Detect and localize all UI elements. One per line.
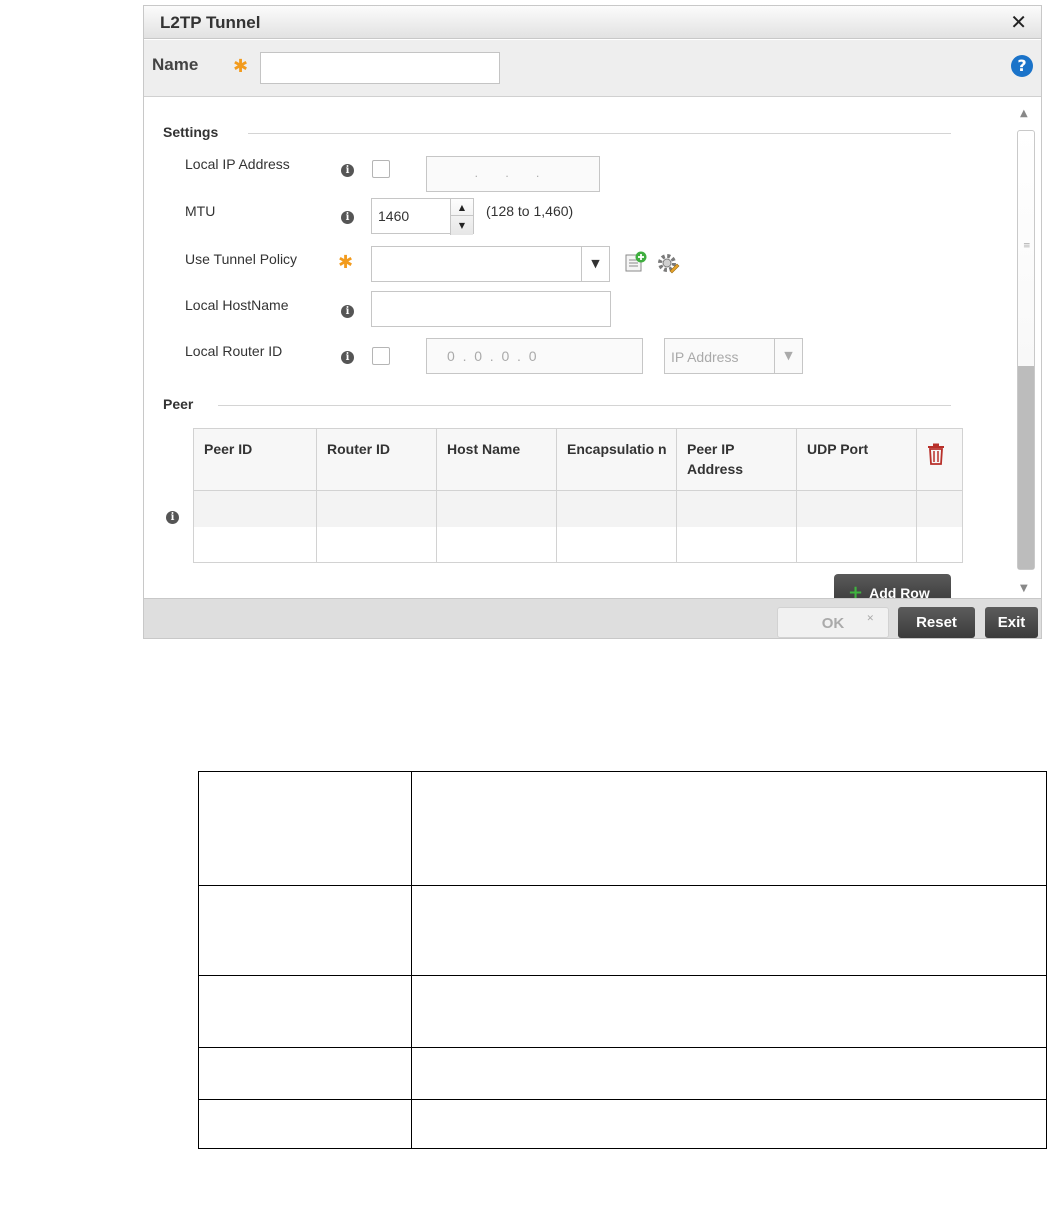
close-icon: ✕ — [866, 614, 874, 624]
info-icon[interactable]: i — [341, 211, 354, 224]
settings-divider — [248, 133, 951, 134]
mtu-value: 1460 — [378, 208, 410, 224]
table-row — [198, 975, 1047, 1048]
local-router-id-input[interactable]: 0 . 0 . 0 . 0 — [426, 338, 643, 374]
table-row[interactable] — [193, 490, 963, 527]
peer-divider — [218, 405, 951, 406]
scroll-track-lower[interactable] — [1018, 366, 1034, 569]
column-header-peer-id[interactable]: Peer ID — [193, 428, 317, 491]
local-router-id-checkbox[interactable] — [372, 347, 390, 365]
local-router-id-label: Local Router ID — [185, 343, 283, 359]
local-ip-value: . . . — [474, 166, 552, 180]
required-icon: ✱ — [338, 252, 354, 273]
trash-icon[interactable] — [927, 443, 945, 465]
local-hostname-label: Local HostName — [185, 297, 289, 313]
router-id-type-select[interactable]: IP Address ▼ — [664, 338, 803, 374]
l2tp-tunnel-dialog: L2TP Tunnel ✕ Name ✱ ? Settings Local IP… — [143, 5, 1042, 639]
create-policy-icon[interactable] — [625, 251, 647, 273]
local-hostname-input[interactable] — [371, 291, 611, 327]
chevron-down-icon[interactable]: ▼ — [774, 339, 802, 373]
column-header-host-name[interactable]: Host Name — [436, 428, 557, 491]
ok-label: OK — [821, 615, 845, 632]
close-icon[interactable]: ✕ — [1010, 10, 1027, 34]
exit-button[interactable]: Exit — [985, 607, 1038, 638]
table-row — [198, 885, 1047, 976]
tunnel-policy-label: Use Tunnel Policy — [185, 251, 298, 267]
ok-button[interactable]: OK ✕ — [777, 607, 889, 638]
settings-section-title: Settings — [163, 124, 219, 140]
mtu-spinner[interactable]: ▲ ▼ — [450, 199, 473, 235]
spin-up-icon[interactable]: ▲ — [451, 199, 473, 216]
table-row — [198, 771, 1047, 886]
vertical-scrollbar[interactable]: ▲ ≡ ▼ — [1011, 98, 1041, 598]
column-header-peer-ip-address[interactable]: Peer IP Address — [676, 428, 797, 491]
table-row — [198, 1099, 1047, 1149]
dialog-titlebar: L2TP Tunnel ✕ — [144, 6, 1041, 39]
edit-policy-icon[interactable] — [656, 251, 680, 275]
info-icon[interactable]: i — [341, 164, 354, 177]
mtu-label: MTU — [185, 203, 216, 219]
column-header-encapsulation[interactable]: Encapsulatio n — [556, 428, 677, 491]
mtu-stepper[interactable]: 1460 ▲ ▼ — [371, 198, 474, 235]
document-table — [198, 771, 1047, 1149]
name-input[interactable] — [260, 52, 500, 84]
local-router-id-value: 0 . 0 . 0 . 0 — [447, 348, 537, 364]
local-ip-label: Local IP Address — [185, 156, 290, 172]
table-row[interactable] — [193, 526, 963, 563]
dialog-title: L2TP Tunnel — [160, 13, 261, 32]
name-bar: Name ✱ ? — [144, 40, 1041, 97]
help-icon[interactable]: ? — [1011, 55, 1033, 77]
info-icon[interactable]: i — [166, 511, 179, 524]
mtu-range-hint: (128 to 1,460) — [486, 203, 574, 219]
required-icon: ✱ — [233, 56, 249, 77]
peer-table: Peer ID Router ID Host Name Encapsulatio… — [193, 428, 963, 563]
local-ip-input[interactable]: . . . — [426, 156, 600, 192]
table-row — [198, 1047, 1047, 1100]
scroll-up-icon[interactable]: ▲ — [1020, 108, 1028, 119]
peer-section-title: Peer — [163, 396, 194, 412]
local-ip-checkbox[interactable] — [372, 160, 390, 178]
scroll-thumb[interactable]: ≡ — [1017, 130, 1035, 570]
column-header-router-id[interactable]: Router ID — [316, 428, 437, 491]
tunnel-policy-select[interactable]: ▼ — [371, 246, 610, 282]
info-icon[interactable]: i — [341, 351, 354, 364]
scroll-down-icon[interactable]: ▼ — [1020, 583, 1028, 594]
dialog-content: Settings Local IP Address i . . . MTU i … — [144, 98, 1011, 604]
spin-down-icon[interactable]: ▼ — [451, 217, 473, 234]
dialog-footer: OK ✕ Reset Exit — [144, 598, 1041, 638]
delete-column-header — [916, 428, 963, 491]
column-header-udp-port[interactable]: UDP Port — [796, 428, 917, 491]
scroll-grip-icon: ≡ — [1023, 241, 1031, 251]
chevron-down-icon[interactable]: ▼ — [581, 247, 609, 281]
name-label: Name — [152, 55, 199, 74]
router-id-type-value: IP Address — [671, 349, 739, 365]
reset-button[interactable]: Reset — [898, 607, 975, 638]
info-icon[interactable]: i — [341, 305, 354, 318]
